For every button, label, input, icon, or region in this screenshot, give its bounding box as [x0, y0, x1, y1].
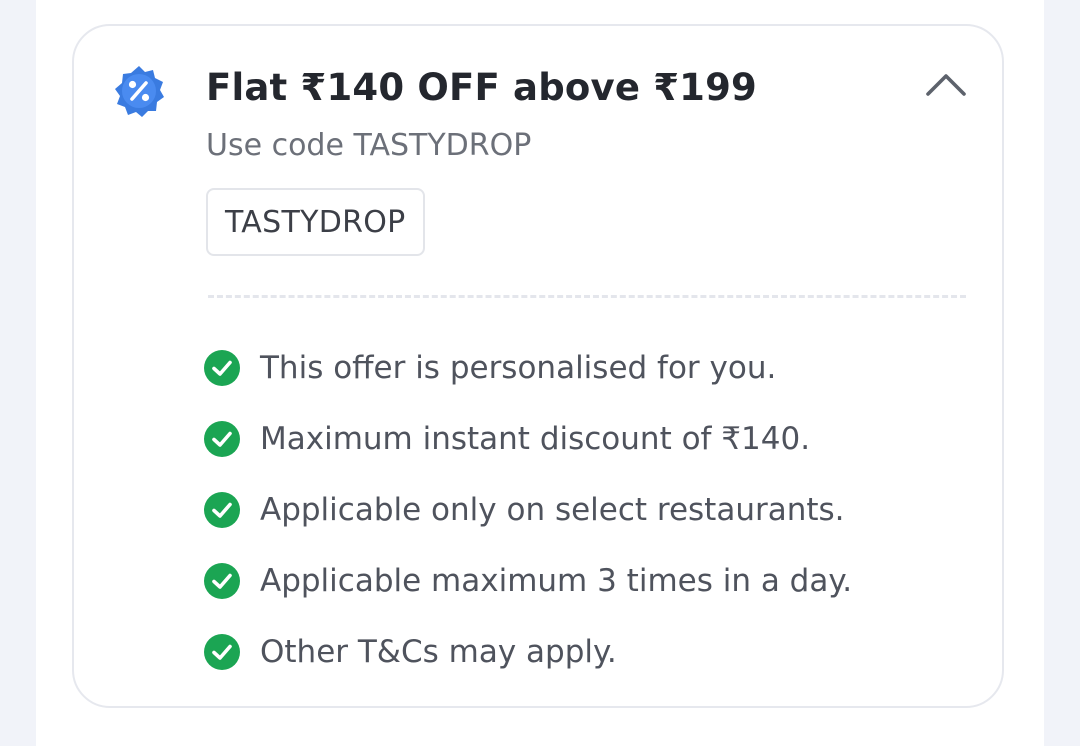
term-text: Applicable only on select restaurants. — [260, 491, 845, 528]
term-item: Maximum instant discount of ₹140. — [204, 403, 852, 474]
check-circle-icon — [204, 349, 240, 386]
term-text: Other T&Cs may apply. — [260, 633, 617, 670]
check-circle-icon — [204, 562, 240, 599]
check-circle-icon — [204, 491, 240, 528]
term-text: This offer is personalised for you. — [260, 349, 777, 386]
offer-subtitle: Use code TASTYDROP — [206, 128, 532, 163]
offers-panel: Flat ₹140 OFF above ₹199 Use code TASTYD… — [36, 0, 1044, 746]
discount-badge-icon — [112, 64, 166, 118]
term-text: Maximum instant discount of ₹140. — [260, 420, 811, 457]
offer-title: Flat ₹140 OFF above ₹199 — [206, 66, 757, 109]
chevron-up-icon[interactable] — [924, 70, 968, 100]
term-item: This offer is personalised for you. — [204, 332, 852, 403]
term-item: Applicable maximum 3 times in a day. — [204, 545, 852, 616]
term-text: Applicable maximum 3 times in a day. — [260, 562, 853, 599]
term-item: Other T&Cs may apply. — [204, 616, 852, 687]
check-circle-icon — [204, 420, 240, 457]
offer-card: Flat ₹140 OFF above ₹199 Use code TASTYD… — [72, 24, 1004, 708]
term-item: Applicable only on select restaurants. — [204, 474, 852, 545]
check-circle-icon — [204, 633, 240, 670]
dashed-divider — [208, 295, 966, 298]
terms-list: This offer is personalised for you. Maxi… — [204, 332, 852, 687]
coupon-code-chip[interactable]: TASTYDROP — [206, 188, 425, 256]
